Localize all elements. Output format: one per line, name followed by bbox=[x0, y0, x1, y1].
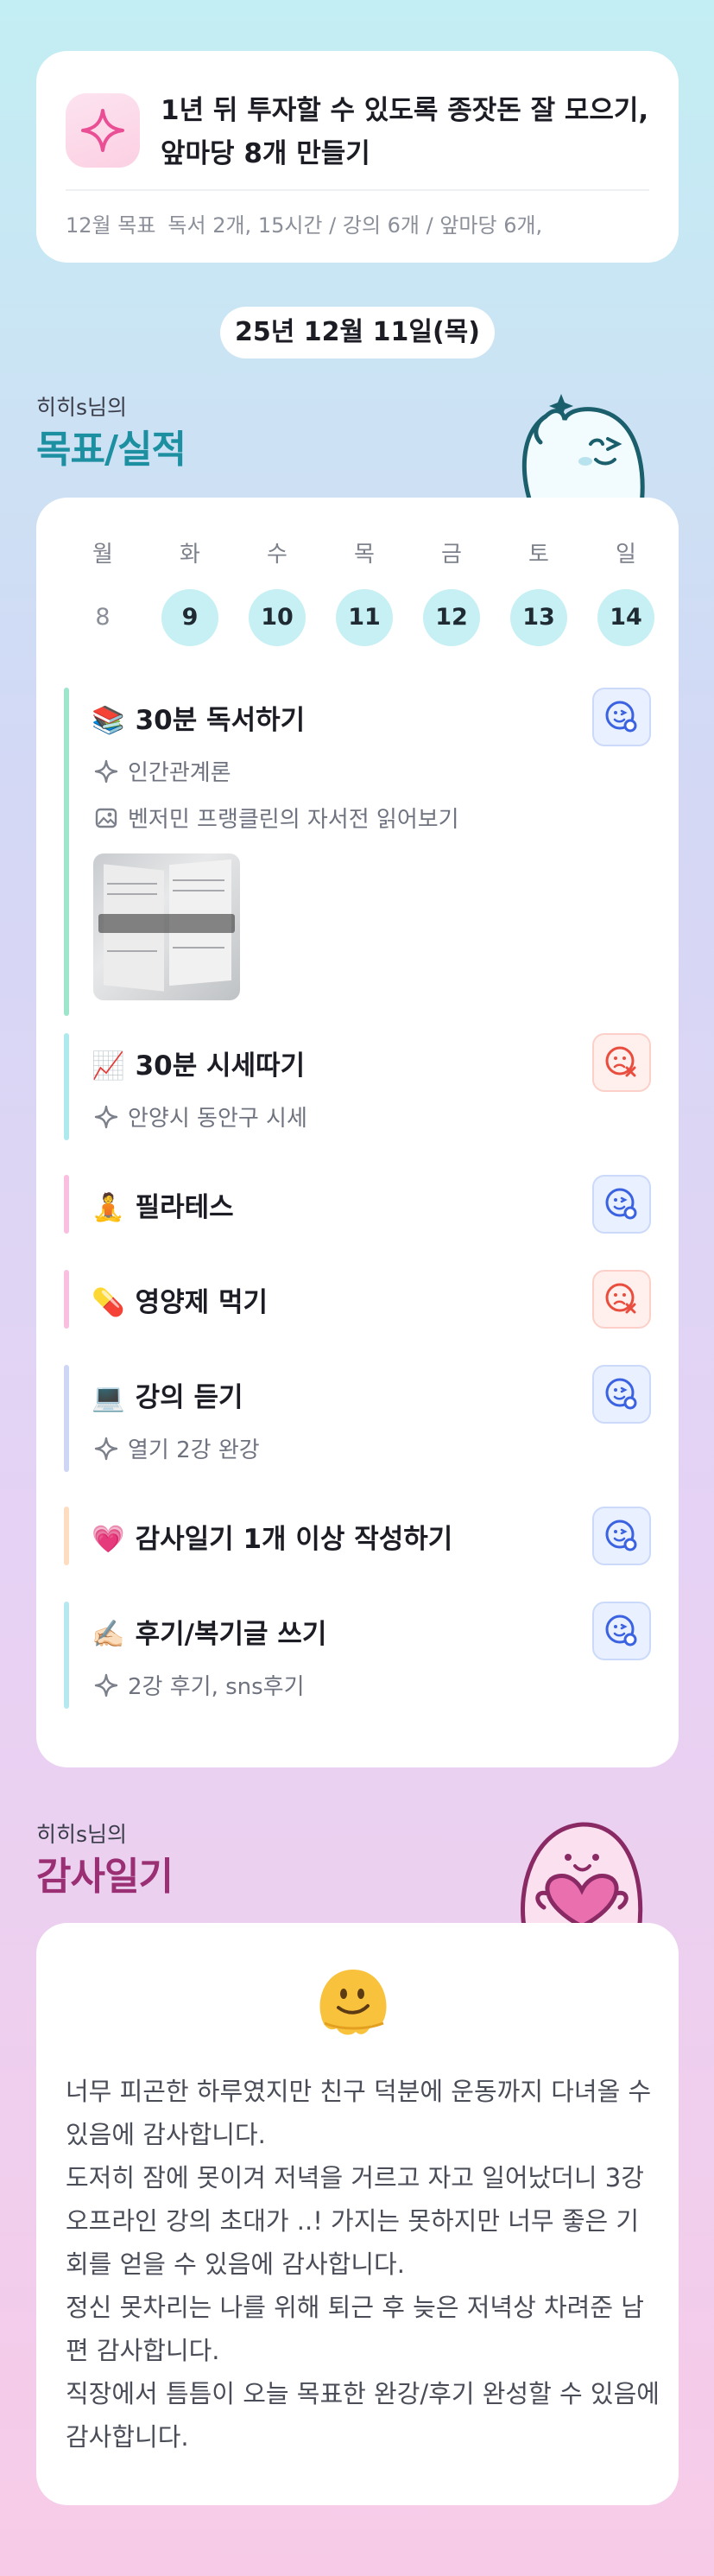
day-11[interactable]: 11 bbox=[336, 589, 393, 646]
sparkle-icon bbox=[93, 1672, 119, 1698]
task-bar bbox=[64, 1365, 69, 1472]
day-14[interactable]: 14 bbox=[597, 589, 654, 646]
task-market-price[interactable]: 📈 30분 시세따기 안양시 동안구 시세 bbox=[64, 1033, 651, 1140]
monthly-goal: 12월 목표 독서 2개, 15시간 / 강의 6개 / 앞마당 6개, bbox=[66, 208, 661, 238]
sparkle-icon bbox=[66, 93, 140, 168]
weekday-label: 목 bbox=[354, 542, 375, 568]
divider bbox=[66, 189, 649, 191]
mascot-illustration bbox=[521, 394, 645, 511]
image-icon bbox=[93, 805, 119, 831]
sparkle-icon bbox=[93, 1436, 119, 1462]
section-title: 목표/실적 bbox=[36, 428, 186, 472]
day-10[interactable]: 10 bbox=[249, 589, 306, 646]
goals-card: 월 화 수 목 금 토 일 8 9 10 11 12 13 14 📚 30분 독서… bbox=[36, 498, 679, 1767]
sparkle-icon bbox=[93, 1104, 119, 1130]
task-bar bbox=[64, 688, 69, 1016]
task-bar bbox=[64, 1033, 69, 1140]
task-pilates[interactable]: 🧘 필라테스 bbox=[64, 1175, 651, 1234]
task-title: 📈 30분 시세따기 bbox=[92, 1050, 306, 1082]
heart-mascot-illustration bbox=[521, 1822, 643, 1932]
gratitude-diary-text: 너무 피곤한 하루였지만 친구 덕분에 운동까지 다녀올 수 있음에 감사합니다… bbox=[66, 2077, 660, 2452]
task-supplements[interactable]: 💊 영양제 먹기 bbox=[64, 1270, 651, 1329]
section-subtitle: 히히s님의 bbox=[36, 395, 128, 420]
weekday-label: 수 bbox=[267, 542, 287, 568]
status-success-icon[interactable] bbox=[592, 1507, 651, 1565]
task-title: 💻 강의 듣기 bbox=[92, 1382, 243, 1413]
goal-card[interactable]: 1년 뒤 투자할 수 있도록 종잣돈 잘 모으기, 앞마당 8개 만들기 12월… bbox=[36, 51, 679, 263]
gratitude-diary-card: 너무 피곤한 하루였지만 친구 덕분에 운동까지 다녀올 수 있음에 감사합니다… bbox=[36, 1923, 679, 2505]
weekday-label: 금 bbox=[441, 542, 462, 568]
task-title: 🧘 필라테스 bbox=[92, 1192, 234, 1223]
date-pill[interactable]: 25년 12월 11일(목) bbox=[220, 307, 495, 358]
status-success-icon[interactable] bbox=[592, 1175, 651, 1234]
task-detail: 벤저민 프랭클린의 자서전 읽어보기 bbox=[93, 802, 459, 834]
status-success-icon[interactable] bbox=[592, 1602, 651, 1660]
day-13[interactable]: 13 bbox=[510, 589, 567, 646]
task-title: ✍🏻 후기/복기글 쓰기 bbox=[92, 1619, 327, 1650]
day-9[interactable]: 9 bbox=[161, 589, 218, 646]
task-reading[interactable]: 📚 30분 독서하기 인간관계론 벤저민 프랭클린의 자서전 읽어보기 bbox=[64, 688, 651, 1016]
task-detail: 열기 2강 완강 bbox=[93, 1432, 260, 1464]
monthly-goal-text: 독서 2개, 15시간 / 강의 6개 / 앞마당 6개, bbox=[167, 213, 543, 238]
status-fail-icon[interactable] bbox=[592, 1033, 651, 1092]
status-fail-icon[interactable] bbox=[592, 1270, 651, 1329]
task-detail: 인간관계론 bbox=[93, 755, 231, 787]
day-12[interactable]: 12 bbox=[423, 589, 480, 646]
book-photo[interactable] bbox=[93, 853, 240, 1000]
task-review[interactable]: ✍🏻 후기/복기글 쓰기 2강 후기, sns후기 bbox=[64, 1602, 651, 1709]
sparkle-icon bbox=[93, 758, 119, 784]
task-detail: 2강 후기, sns후기 bbox=[93, 1669, 305, 1701]
task-title: 📚 30분 독서하기 bbox=[92, 705, 306, 736]
task-title: 💗 감사일기 1개 이상 작성하기 bbox=[92, 1524, 453, 1555]
task-gratitude[interactable]: 💗 감사일기 1개 이상 작성하기 bbox=[64, 1507, 651, 1565]
task-lecture[interactable]: 💻 강의 듣기 열기 2강 완강 bbox=[64, 1365, 651, 1472]
melting-face-icon bbox=[319, 1970, 387, 2035]
section-title: 감사일기 bbox=[36, 1855, 174, 1899]
task-detail: 안양시 동안구 시세 bbox=[93, 1101, 307, 1133]
monthly-goal-label: 12월 목표 bbox=[66, 213, 156, 238]
task-bar bbox=[64, 1270, 69, 1329]
task-bar bbox=[64, 1602, 69, 1709]
weekday-label: 월 bbox=[92, 542, 113, 568]
weekday-label: 화 bbox=[180, 542, 200, 568]
weekday-label: 토 bbox=[528, 542, 549, 568]
task-bar bbox=[64, 1507, 69, 1565]
status-success-icon[interactable] bbox=[592, 688, 651, 746]
task-title: 💊 영양제 먹기 bbox=[92, 1287, 269, 1318]
task-bar bbox=[64, 1175, 69, 1234]
weekday-label: 일 bbox=[616, 542, 636, 568]
status-success-icon[interactable] bbox=[592, 1365, 651, 1424]
goal-text: 1년 뒤 투자할 수 있도록 종잣돈 잘 모으기, 앞마당 8개 만들기 bbox=[161, 95, 649, 169]
day-8[interactable]: 8 bbox=[74, 589, 131, 646]
section-subtitle: 히히s님의 bbox=[36, 1822, 128, 1847]
